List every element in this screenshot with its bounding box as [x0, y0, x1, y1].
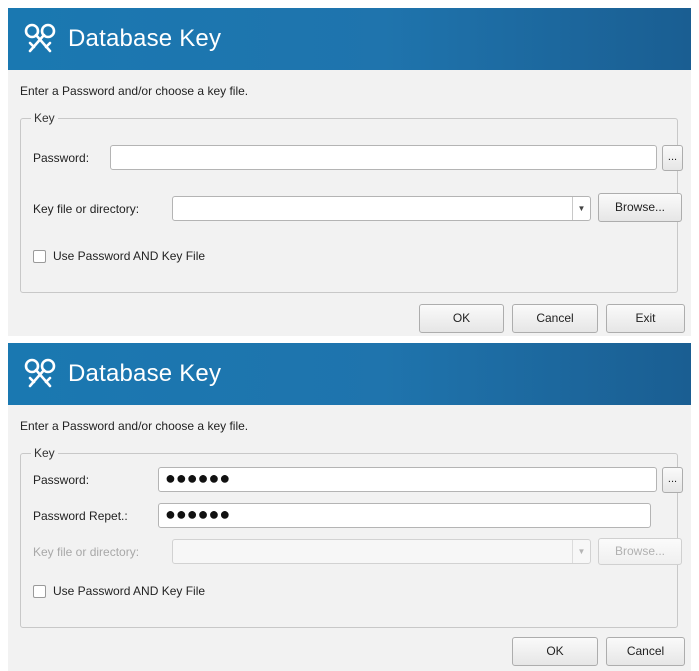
cancel-button[interactable]: Cancel — [512, 304, 598, 333]
chevron-down-icon[interactable]: ▼ — [572, 197, 590, 220]
password-label: Password: — [33, 151, 90, 165]
dialog-title: Database Key — [68, 360, 222, 387]
dialog-header: Database Key — [8, 343, 691, 405]
chevron-down-icon: ▼ — [572, 540, 590, 563]
use-password-and-keyfile-label: Use Password AND Key File — [53, 249, 206, 263]
ok-button[interactable]: OK — [512, 637, 598, 666]
key-groupbox: Key Password: ... Key file or directory:… — [20, 111, 683, 293]
keepass-logo-icon — [24, 358, 56, 388]
database-key-dialog-2: Database Key Enter a Password and/or cho… — [8, 343, 691, 671]
instructions-text: Enter a Password and/or choose a key fil… — [20, 419, 249, 433]
password-repeat-input[interactable]: ●●●●●● — [158, 503, 651, 528]
use-password-and-keyfile-checkbox[interactable] — [33, 250, 46, 263]
keyfile-label: Key file or directory: — [33, 202, 140, 216]
exit-button[interactable]: Exit — [606, 304, 685, 333]
group-legend: Key — [31, 446, 58, 460]
password-label: Password: — [33, 473, 90, 487]
show-password-button[interactable]: ... — [662, 145, 683, 171]
cancel-button[interactable]: Cancel — [606, 637, 685, 666]
keepass-logo-icon — [24, 23, 56, 53]
database-key-dialog-1: Database Key Enter a Password and/or cho… — [8, 8, 691, 336]
browse-button: Browse... — [598, 538, 682, 565]
keyfile-combobox[interactable]: ▼ — [172, 196, 591, 221]
password-input[interactable] — [110, 145, 657, 170]
dialog-title: Database Key — [68, 25, 222, 52]
keyfile-combobox: ▼ — [172, 539, 591, 564]
group-legend: Key — [31, 111, 58, 125]
browse-button[interactable]: Browse... — [598, 193, 682, 222]
use-password-and-keyfile-label: Use Password AND Key File — [53, 584, 206, 598]
show-password-button[interactable]: ... — [662, 467, 683, 493]
dialog-header: Database Key — [8, 8, 691, 70]
password-input[interactable]: ●●●●●● — [158, 467, 657, 492]
use-password-and-keyfile-checkbox[interactable] — [33, 585, 46, 598]
password-repeat-label: Password Repet.: — [33, 509, 128, 523]
ok-button[interactable]: OK — [419, 304, 504, 333]
instructions-text: Enter a Password and/or choose a key fil… — [20, 84, 249, 98]
key-groupbox: Key Password: ●●●●●● ... Password Repet.… — [20, 446, 683, 628]
keyfile-label: Key file or directory: — [33, 545, 140, 559]
